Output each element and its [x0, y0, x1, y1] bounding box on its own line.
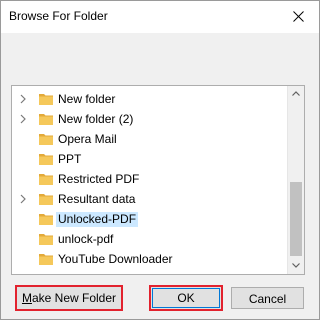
vertical-scrollbar[interactable]: [287, 86, 304, 274]
folder-tree-item[interactable]: YouTube Downloader: [12, 249, 288, 269]
make-new-folder-button[interactable]: Make New Folder: [15, 285, 123, 311]
folder-icon: [39, 174, 53, 185]
title-bar[interactable]: Browse For Folder: [1, 1, 319, 33]
browse-for-folder-dialog: Browse For Folder New folder New folder (…: [0, 0, 320, 320]
close-button[interactable]: [279, 1, 319, 33]
folder-icon: [39, 254, 53, 265]
folder-icon: [39, 234, 53, 245]
folder-tree-item[interactable]: Opera Mail: [12, 129, 288, 149]
folder-icon: [39, 194, 53, 205]
chevron-right-icon[interactable]: [18, 114, 28, 124]
folder-tree-item-label: Opera Mail: [58, 132, 117, 146]
make-new-folder-accesskey: M: [21, 291, 32, 305]
folder-tree-item[interactable]: PPT: [12, 149, 288, 169]
folder-tree-item-label: YouTube Downloader: [58, 252, 173, 266]
folder-tree-item-label: Unlocked-PDF: [56, 212, 139, 227]
folder-icon: [39, 214, 53, 225]
folder-tree-item[interactable]: New folder: [12, 89, 288, 109]
folder-icon: [39, 114, 53, 125]
cancel-label: Cancel: [248, 292, 287, 306]
chevron-right-icon[interactable]: [18, 194, 28, 204]
ok-button[interactable]: OK: [149, 285, 223, 311]
folder-icon: [39, 94, 53, 105]
folder-icon: [39, 134, 53, 145]
folder-tree-item[interactable]: Restricted PDF: [12, 169, 288, 189]
folder-tree-item-label: New folder (2): [58, 112, 134, 126]
make-new-folder-label: ake New Folder: [31, 291, 117, 305]
folder-tree-item-label: unlock-pdf: [58, 232, 114, 246]
scrollbar-thumb[interactable]: [290, 182, 302, 256]
folder-tree-item[interactable]: Resultant data: [12, 189, 288, 209]
cancel-button[interactable]: Cancel: [231, 287, 304, 309]
folder-tree-item-label: Resultant data: [58, 192, 136, 206]
folder-tree-item[interactable]: New folder (2): [12, 109, 288, 129]
folder-tree-item[interactable]: Unlocked-PDF: [12, 209, 288, 229]
chevron-right-icon[interactable]: [18, 94, 28, 104]
close-icon: [293, 11, 304, 22]
scroll-up-button[interactable]: [288, 86, 304, 102]
ok-label: OK: [177, 291, 195, 305]
dialog-title: Browse For Folder: [9, 9, 108, 23]
chevron-down-icon: [292, 263, 300, 268]
folder-icon: [39, 154, 53, 165]
scroll-down-button[interactable]: [288, 258, 304, 274]
folder-tree[interactable]: New folder New folder (2) Opera Mail PPT Res…: [11, 85, 305, 275]
folder-tree-rows: New folder New folder (2) Opera Mail PPT Res…: [12, 89, 288, 269]
folder-tree-item[interactable]: unlock-pdf: [12, 229, 288, 249]
ok-focus-ring: OK: [152, 288, 220, 308]
folder-tree-item-label: Restricted PDF: [58, 172, 140, 186]
folder-tree-item-label: New folder: [58, 92, 116, 106]
chevron-up-icon: [292, 91, 300, 96]
folder-tree-item-label: PPT: [58, 152, 82, 166]
